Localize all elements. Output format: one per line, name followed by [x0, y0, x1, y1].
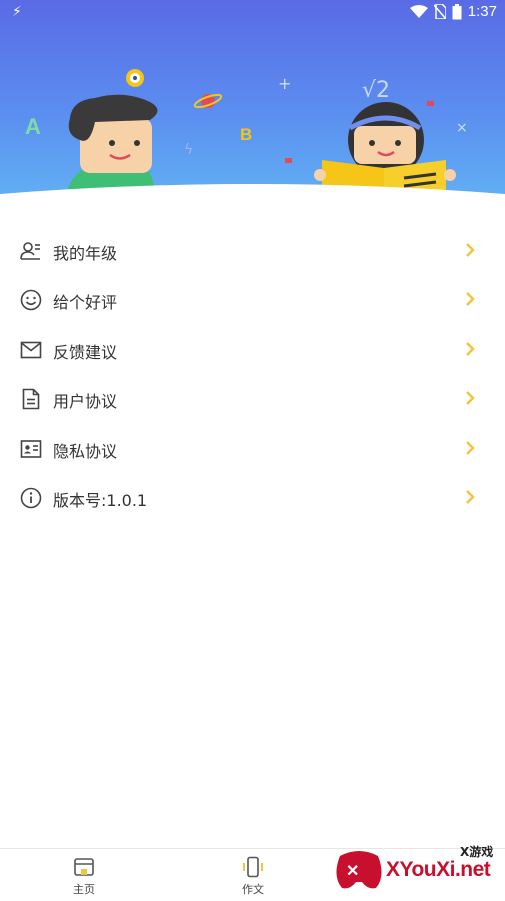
menu-item-user-agreement[interactable]: 用户协议 — [0, 374, 505, 423]
home-icon — [74, 858, 94, 876]
menu-item-label: 反馈建议 — [53, 342, 118, 362]
menu-item-rate-us[interactable]: 给个好评 — [0, 275, 505, 324]
chevron-right-icon — [466, 490, 475, 504]
chevron-right-icon — [466, 341, 475, 356]
chevron-right-icon — [466, 440, 475, 455]
svg-text:×: × — [456, 120, 468, 136]
menu-item-label: 版本号:1.0.1 — [53, 490, 148, 510]
menu-item-label: 用户协议 — [53, 392, 118, 412]
settings-menu: 我的年级 给个好评 反馈建议 用户协议 隐私协议 版本号:1.0.1 — [0, 226, 505, 522]
phone-icon — [243, 856, 263, 878]
tab-composition[interactable]: 作文 — [198, 849, 308, 901]
mail-icon — [20, 341, 42, 359]
menu-item-label: 隐私协议 — [53, 441, 118, 461]
svg-text:ϟ: ϟ — [184, 142, 193, 158]
info-icon — [20, 487, 42, 509]
tab-home[interactable]: 主页 — [29, 849, 139, 901]
kids-illustration: A B √2 + × ϟ — [25, 69, 468, 210]
smiley-icon — [20, 290, 42, 311]
gamepad-logo-icon: ✕ — [336, 851, 382, 889]
svg-text:+: + — [278, 74, 291, 93]
id-card-icon — [20, 439, 42, 458]
menu-item-label: 给个好评 — [53, 293, 118, 313]
svg-text:✕: ✕ — [346, 863, 359, 880]
profile-header-banner: ⚡ 1:37 A B √2 + × ϟ — [0, 0, 505, 210]
menu-item-version[interactable]: 版本号:1.0.1 — [0, 473, 505, 522]
tab-label: 作文 — [242, 883, 264, 896]
header-wave — [0, 184, 505, 210]
svg-text:B: B — [240, 125, 252, 144]
menu-item-privacy-policy[interactable]: 隐私协议 — [0, 424, 505, 473]
chevron-right-icon — [466, 292, 475, 307]
user-grade-icon — [20, 242, 40, 260]
menu-item-label: 我的年级 — [53, 244, 118, 263]
svg-text:√2: √2 — [362, 78, 390, 103]
menu-item-feedback[interactable]: 反馈建议 — [0, 325, 505, 374]
chevron-right-icon — [466, 243, 475, 257]
site-watermark: ✕ X游戏 XYouXi.net — [330, 838, 505, 900]
document-icon — [22, 388, 40, 410]
tab-label: 主页 — [73, 883, 95, 896]
menu-item-my-grade[interactable]: 我的年级 — [0, 226, 505, 275]
watermark-brand: XYouXi.net — [386, 858, 491, 881]
svg-text:A: A — [25, 114, 41, 139]
chevron-right-icon — [466, 391, 475, 406]
